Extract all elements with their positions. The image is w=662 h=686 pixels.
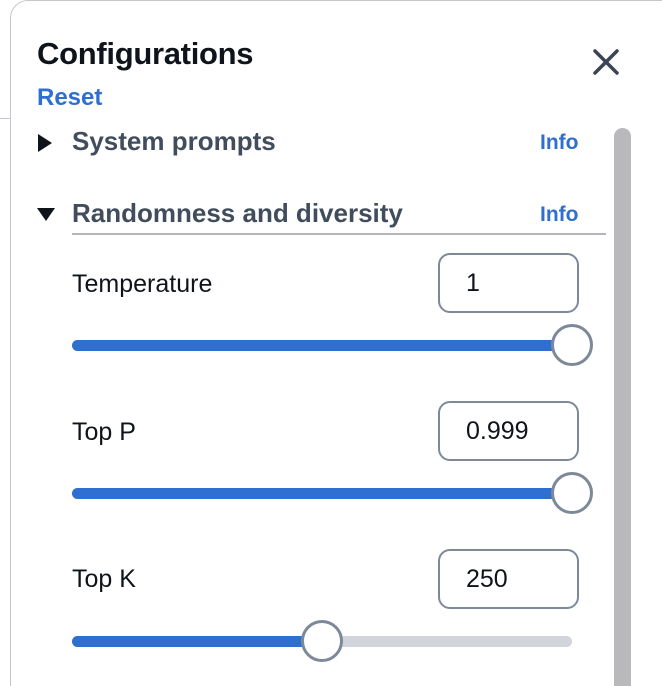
slider-thumb[interactable]	[551, 472, 593, 514]
slider-fill	[72, 488, 572, 499]
slider-fill	[72, 636, 322, 647]
caret-down-icon	[37, 208, 55, 221]
caret-right-icon	[38, 134, 52, 152]
top-p-label: Top P	[72, 418, 136, 446]
slider-fill	[72, 340, 572, 351]
top-k-input[interactable]	[438, 549, 579, 609]
system-prompts-info-link[interactable]: Info	[540, 131, 578, 155]
top-k-label: Top K	[72, 565, 136, 593]
section-system-prompts-toggle[interactable]: System prompts	[36, 126, 606, 160]
temperature-slider[interactable]	[72, 324, 593, 366]
configurations-screen: Configurations Reset System prompts Info…	[0, 0, 662, 686]
background-divider	[0, 118, 10, 119]
panel-scrollbar[interactable]	[614, 128, 631, 686]
section-randomness-toggle[interactable]: Randomness and diversity	[36, 198, 606, 232]
slider-thumb[interactable]	[551, 324, 593, 366]
top-k-slider[interactable]	[72, 620, 572, 662]
randomness-info-link[interactable]: Info	[540, 203, 578, 227]
top-p-input[interactable]	[438, 401, 579, 461]
section-system-prompts-label: System prompts	[72, 126, 276, 156]
close-icon[interactable]	[588, 44, 624, 80]
section-randomness-label: Randomness and diversity	[72, 198, 403, 228]
top-p-slider[interactable]	[72, 472, 593, 514]
section-divider	[72, 233, 606, 235]
slider-thumb[interactable]	[301, 620, 343, 662]
panel-title: Configurations	[37, 36, 254, 71]
temperature-label: Temperature	[72, 270, 213, 298]
temperature-input[interactable]	[438, 253, 579, 313]
reset-link[interactable]: Reset	[37, 84, 102, 112]
